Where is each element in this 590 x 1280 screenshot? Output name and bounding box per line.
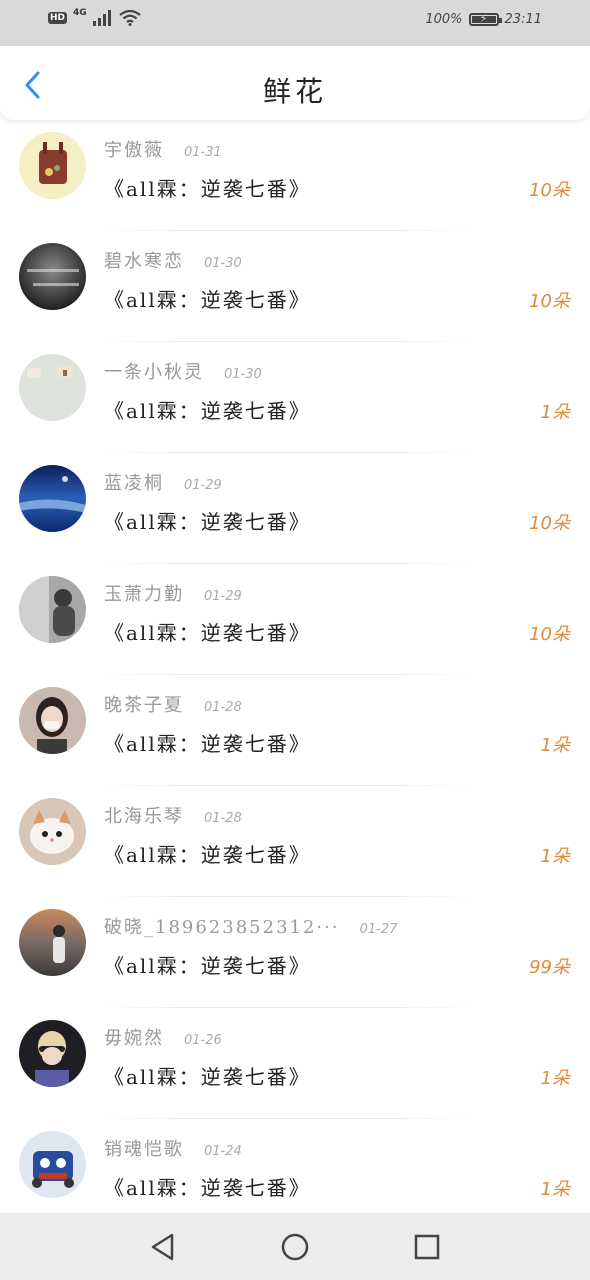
hd-badge: HD	[48, 12, 68, 24]
flower-count: 10朵	[529, 624, 570, 645]
book-title[interactable]: 《all霖：逆袭七番》	[104, 1172, 311, 1201]
date: 01-30	[204, 256, 242, 271]
date: 01-28	[204, 700, 242, 715]
username: 宇傲薇	[104, 140, 164, 161]
avatar[interactable]	[19, 1131, 86, 1198]
nav-recents-button[interactable]	[407, 1227, 447, 1267]
avatar[interactable]	[19, 132, 86, 199]
book-title[interactable]: 《all霖：逆袭七番》	[104, 395, 311, 424]
date: 01-29	[204, 589, 242, 604]
username: 蓝凌桐	[104, 473, 164, 494]
avatar[interactable]	[19, 909, 86, 976]
username: 销魂恺歌	[104, 1139, 184, 1160]
book-title[interactable]: 《all霖：逆袭七番》	[104, 950, 311, 979]
avatar[interactable]	[19, 354, 86, 421]
avatar[interactable]	[19, 576, 86, 643]
flower-count: 1朵	[540, 402, 570, 423]
username: 碧水寒恋	[104, 251, 184, 272]
signal-icon	[92, 10, 111, 26]
date: 01-29	[184, 478, 222, 493]
triangle-back-icon	[151, 1233, 174, 1260]
date: 01-26	[184, 1033, 222, 1048]
flower-list: 宇傲薇 01-31 《all霖：逆袭七番》 10朵 碧水寒恋 01-30 《al…	[0, 120, 590, 1230]
username: 一条小秋灵	[104, 362, 204, 383]
flower-count: 1朵	[540, 735, 570, 756]
book-title[interactable]: 《all霖：逆袭七番》	[104, 173, 311, 202]
flower-count: 10朵	[529, 513, 570, 534]
nav-back-button[interactable]	[143, 1227, 183, 1267]
status-bar: HD 4G 100% ⚡ 23:11	[0, 0, 590, 46]
date: 01-28	[204, 811, 242, 826]
list-item[interactable]: 碧水寒恋 01-30 《all霖：逆袭七番》 10朵	[0, 231, 590, 342]
status-left: HD 4G	[48, 8, 141, 26]
username: 北海乐琴	[104, 806, 184, 827]
book-title[interactable]: 《all霖：逆袭七番》	[104, 839, 311, 868]
wifi-icon	[118, 10, 141, 26]
avatar[interactable]	[19, 1020, 86, 1087]
network-type: 4G	[73, 8, 87, 18]
flower-count: 10朵	[529, 291, 570, 312]
book-title[interactable]: 《all霖：逆袭七番》	[104, 728, 311, 757]
nav-home-button[interactable]	[275, 1227, 315, 1267]
list-item[interactable]: 宇傲薇 01-31 《all霖：逆袭七番》 10朵	[0, 120, 590, 231]
avatar[interactable]	[19, 243, 86, 310]
avatar[interactable]	[19, 465, 86, 532]
book-title[interactable]: 《all霖：逆袭七番》	[104, 284, 311, 313]
flower-count: 99朵	[529, 957, 570, 978]
flower-count: 1朵	[540, 846, 570, 867]
battery-icon: ⚡	[468, 12, 502, 26]
flower-count: 10朵	[529, 180, 570, 201]
flower-count: 1朵	[540, 1068, 570, 1089]
list-item[interactable]: 玉萧力勤 01-29 《all霖：逆袭七番》 10朵	[0, 564, 590, 675]
date: 01-27	[359, 922, 398, 937]
book-title[interactable]: 《all霖：逆袭七番》	[104, 1061, 311, 1090]
username: 破晓_189623852312···	[104, 917, 340, 938]
date: 01-30	[224, 367, 262, 382]
circle-home-icon	[281, 1233, 309, 1260]
page-title: 鲜花	[262, 75, 327, 108]
square-recents-icon	[414, 1234, 440, 1259]
flower-count: 1朵	[540, 1179, 570, 1200]
list-item[interactable]: 毋婉然 01-26 《all霖：逆袭七番》 1朵	[0, 1008, 590, 1119]
list-item[interactable]: 晚茶子夏 01-28 《all霖：逆袭七番》 1朵	[0, 675, 590, 786]
username: 晚茶子夏	[104, 695, 184, 716]
date: 01-24	[204, 1144, 242, 1159]
status-right: 100% ⚡ 23:11	[425, 12, 542, 27]
system-nav-bar	[0, 1213, 590, 1280]
avatar[interactable]	[19, 687, 86, 754]
charging-bolt-icon: ⚡	[479, 12, 488, 25]
book-title[interactable]: 《all霖：逆袭七番》	[104, 617, 311, 646]
book-title[interactable]: 《all霖：逆袭七番》	[104, 506, 311, 535]
page-header: 鲜花	[0, 46, 590, 120]
list-item[interactable]: 破晓_189623852312··· 01-27 《all霖：逆袭七番》 99朵	[0, 897, 590, 1008]
battery-percent: 100%	[425, 12, 463, 27]
list-item[interactable]: 蓝凌桐 01-29 《all霖：逆袭七番》 10朵	[0, 453, 590, 564]
username: 玉萧力勤	[104, 584, 184, 605]
username: 毋婉然	[104, 1028, 164, 1049]
avatar[interactable]	[19, 798, 86, 865]
clock: 23:11	[504, 12, 542, 27]
date: 01-31	[184, 145, 222, 160]
list-item[interactable]: 北海乐琴 01-28 《all霖：逆袭七番》 1朵	[0, 786, 590, 897]
list-item[interactable]: 一条小秋灵 01-30 《all霖：逆袭七番》 1朵	[0, 342, 590, 453]
